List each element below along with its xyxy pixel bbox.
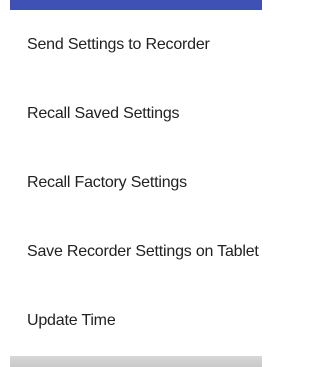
top-accent-bar — [10, 0, 262, 10]
menu-item-label: Save Recorder Settings on Tablet — [27, 242, 259, 260]
menu-item-label: Update Time — [27, 311, 116, 329]
menu-item-recall-saved-settings[interactable]: Recall Saved Settings — [10, 79, 262, 148]
menu-item-label: Recall Saved Settings — [27, 104, 180, 122]
menu-item-recall-factory-settings[interactable]: Recall Factory Settings — [10, 148, 262, 217]
menu-item-update-time[interactable]: Update Time — [10, 286, 262, 355]
menu-item-save-settings-on-tablet[interactable]: Save Recorder Settings on Tablet — [10, 217, 262, 286]
menu-item-label: Recall Factory Settings — [27, 173, 187, 191]
menu-item-send-settings[interactable]: Send Settings to Recorder — [10, 10, 262, 79]
settings-menu-screen: Send Settings to Recorder Recall Saved S… — [0, 0, 262, 367]
settings-menu: Send Settings to Recorder Recall Saved S… — [10, 10, 262, 356]
menu-bottom-shadow — [10, 356, 262, 367]
menu-item-label: Send Settings to Recorder — [27, 35, 210, 53]
